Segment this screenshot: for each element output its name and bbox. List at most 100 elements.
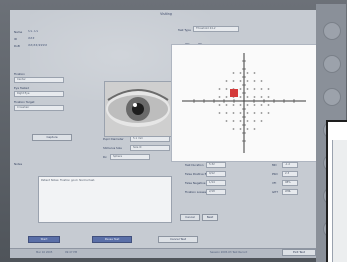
eye-tested-select[interactable]: Right Eye: [14, 91, 64, 97]
field-point: [218, 112, 221, 114]
field-point: [239, 112, 242, 114]
status-time: 09:47 PM: [65, 251, 78, 254]
notes-textarea[interactable]: Patient Notes: Fixation good. Normal tes…: [38, 176, 172, 223]
eye-icon[interactable]: [323, 22, 341, 40]
stats-value-3: 2/18: [206, 189, 226, 195]
field-point: [246, 104, 249, 106]
app-window: Visiting Name S.S. A.S ID ### DoB ##/##/…: [10, 10, 322, 258]
field-point: [225, 96, 228, 98]
field-point: [225, 88, 228, 90]
field-point: [267, 88, 270, 90]
eye-photo-icon: [105, 82, 171, 136]
field-point: [246, 88, 249, 90]
field-point: [232, 72, 235, 74]
visual-field-grid: [171, 44, 317, 162]
pupil-diameter-field[interactable]: 5.1 mm: [130, 136, 170, 142]
field-point: [239, 88, 242, 90]
exit-test-button[interactable]: Exit Test: [282, 249, 316, 256]
field-point: [232, 128, 235, 130]
field-point: [232, 104, 235, 106]
stats-value-7: WNL: [282, 189, 298, 195]
small-button-b[interactable]: Next: [202, 214, 218, 221]
stimulus-size-field[interactable]: Size III: [130, 145, 170, 151]
field-point: [225, 112, 228, 114]
stats-label-4: MD: [272, 163, 277, 167]
status-bar: [10, 248, 322, 258]
dob-value: ##/##/####: [28, 44, 48, 47]
field-point: [246, 80, 249, 82]
field-point: [218, 96, 221, 98]
field-point: [267, 112, 270, 114]
start-button[interactable]: Start: [28, 236, 60, 243]
field-point: [232, 120, 235, 122]
status-date: Mar 16 2005: [36, 251, 53, 254]
stats-label-5: PSD: [272, 172, 278, 176]
fixation-target-label: Fixation Target: [14, 100, 35, 104]
field-point: [253, 104, 256, 106]
eye-image: [104, 81, 172, 137]
dob-label: DoB: [14, 44, 20, 48]
field-point: [225, 80, 228, 82]
test-type-label: Test Type: [178, 28, 191, 32]
rx-field[interactable]: Sphere: [110, 154, 150, 160]
stats-label-6: VFI: [272, 181, 277, 185]
field-point: [218, 104, 221, 106]
overlay-panel-inner: [332, 140, 347, 262]
field-point: [246, 112, 249, 114]
cancel-test-button[interactable]: Cancel Test: [158, 236, 198, 243]
field-point: [253, 80, 256, 82]
eye-tested-label: Eye Tested: [14, 86, 30, 90]
field-point: [239, 80, 242, 82]
field-point: [260, 112, 263, 114]
field-point: [239, 128, 242, 130]
stats-value-6: 98%: [282, 180, 298, 186]
field-point: [253, 112, 256, 114]
notes-text: Patient Notes: Fixation good. Normal tes…: [41, 179, 96, 182]
field-point: [253, 120, 256, 122]
pupil-diameter-label: Pupil Diameter: [103, 137, 124, 141]
stats-value-5: 2.3: [282, 171, 298, 177]
visual-field-plot: [182, 53, 306, 153]
field-point: [239, 96, 242, 98]
stats-value-0: 5:32: [206, 162, 226, 168]
field-point: [246, 128, 249, 130]
field-point: [253, 88, 256, 90]
field-point: [253, 72, 256, 74]
notes-label: Notes: [14, 162, 23, 166]
field-point: [225, 120, 228, 122]
field-point: [239, 104, 242, 106]
wrench-icon[interactable]: [323, 55, 341, 73]
test-type-select[interactable]: Threshold 24-2: [193, 26, 239, 32]
field-point: [239, 72, 242, 74]
grid-icon[interactable]: [323, 88, 341, 106]
stimulus-marker: [230, 89, 238, 97]
id-label: ID: [14, 37, 17, 41]
status-session: Session 2005-03 Test Record: [210, 251, 248, 254]
window-title: Visiting: [160, 12, 172, 16]
fixation-label: Fixation: [14, 72, 25, 76]
field-point: [246, 72, 249, 74]
name-label: Name: [14, 30, 23, 34]
field-point: [225, 104, 228, 106]
stats-value-4: -1.2: [282, 162, 298, 168]
field-point: [239, 120, 242, 122]
field-point: [232, 112, 235, 114]
field-point: [260, 88, 263, 90]
stats-label-7: GHT: [272, 190, 278, 194]
small-button-a[interactable]: Cancel: [180, 214, 200, 221]
stats-value-2: 1/14: [206, 180, 226, 186]
field-point: [232, 80, 235, 82]
field-point: [260, 120, 263, 122]
capture-button[interactable]: Capture: [32, 134, 72, 141]
field-point: [267, 104, 270, 106]
stimulus-size-label: Stimulus Size: [103, 146, 122, 150]
field-point: [253, 96, 256, 98]
pause-test-button[interactable]: Pause Test: [92, 236, 132, 243]
fixation-target-select[interactable]: Crosshair: [14, 105, 64, 111]
fixation-select[interactable]: Center: [14, 77, 64, 83]
field-point: [218, 88, 221, 90]
rx-label: Rx: [103, 155, 107, 159]
stats-value-1: 0/12: [206, 171, 226, 177]
stats-label-3: Fixation Losses: [185, 190, 207, 194]
field-point: [260, 96, 263, 98]
